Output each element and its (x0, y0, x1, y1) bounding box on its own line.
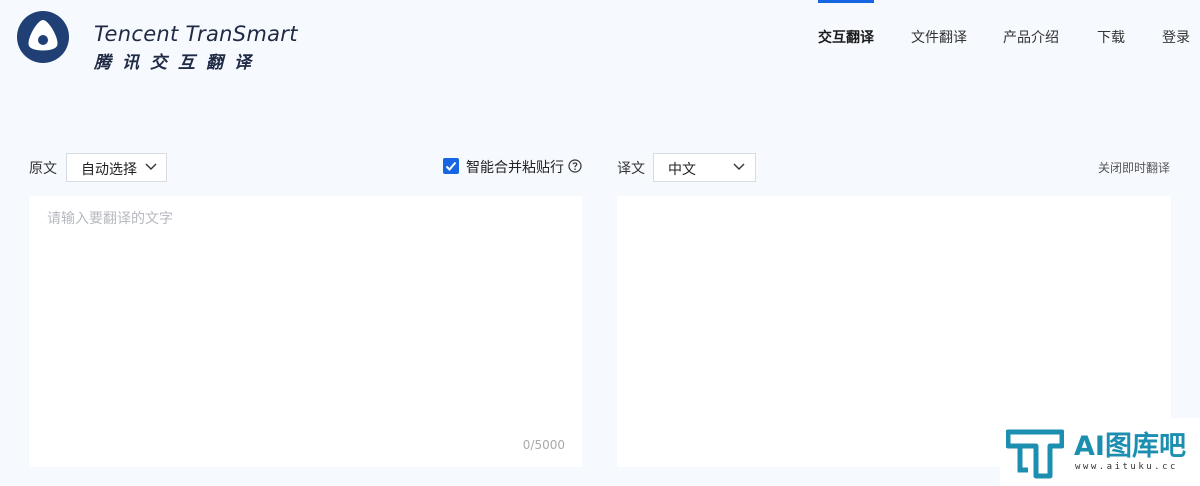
watermark-title: AI图库吧 (1074, 431, 1186, 462)
source-language-select[interactable]: 自动选择 (66, 153, 167, 182)
chevron-down-icon (145, 163, 157, 170)
nav-item-product-intro[interactable]: 产品介绍 (1003, 27, 1059, 47)
chevron-down-icon (733, 163, 745, 170)
target-language-select[interactable]: 中文 (653, 153, 756, 182)
question-circle-icon[interactable] (568, 159, 582, 173)
target-label: 译文 (617, 161, 645, 177)
source-label: 原文 (29, 161, 57, 177)
brand-name-en: Tencent TranSmart (94, 22, 298, 46)
brand-name-zh: 腾讯交互翻译 (94, 53, 262, 73)
merge-paste-checkbox[interactable] (443, 158, 459, 174)
source-language-value: 自动选择 (81, 162, 137, 178)
source-text-input[interactable] (29, 196, 582, 467)
transmart-logo-icon (17, 11, 69, 63)
watermark: AI图库吧 www.aituku.cc (1000, 418, 1200, 486)
page: Tencent TranSmart 腾讯交互翻译 交互翻译 文件翻译 产品介绍 … (0, 0, 1200, 486)
aituku-logo-icon (1006, 429, 1064, 479)
nav-active-indicator (818, 0, 874, 3)
watermark-url: www.aituku.cc (1075, 462, 1178, 472)
check-icon (445, 161, 457, 171)
char-count: 0/5000 (522, 438, 565, 452)
nav-item-interactive-translate[interactable]: 交互翻译 (818, 27, 874, 47)
brand-logo[interactable]: Tencent TranSmart 腾讯交互翻译 (16, 10, 297, 73)
nav-item-login[interactable]: 登录 (1162, 27, 1190, 47)
source-panel: 0/5000 (29, 196, 582, 467)
close-instant-translate-button[interactable]: 关闭即时翻译 (1098, 159, 1170, 176)
merge-paste-label: 智能合并粘贴行 (466, 160, 564, 176)
target-language-value: 中文 (668, 162, 696, 178)
nav-item-download[interactable]: 下载 (1097, 27, 1125, 47)
nav-item-file-translate[interactable]: 文件翻译 (911, 27, 967, 47)
